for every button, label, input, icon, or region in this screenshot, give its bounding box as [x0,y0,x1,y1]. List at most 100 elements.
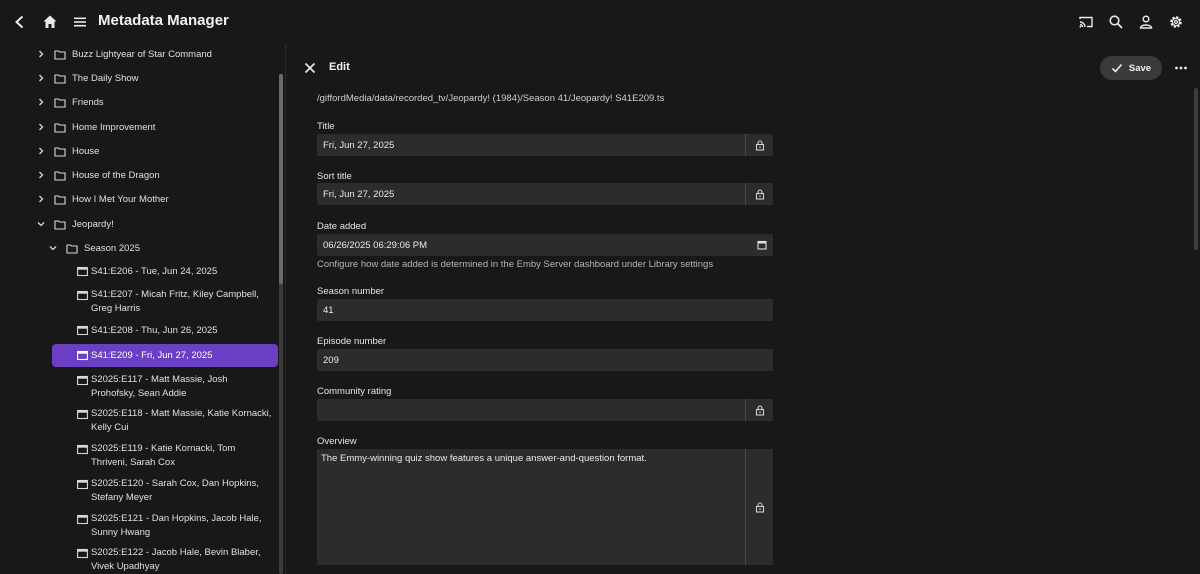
folder-icon [54,49,66,60]
episode-icon [77,444,88,455]
episode-icon [77,409,88,420]
chevron-right-icon [39,195,44,203]
tree-item-episode[interactable]: S41:E206 - Tue, Jun 24, 2025 [52,265,278,279]
folder-icon [54,170,66,181]
tree-item-series[interactable]: The Daily Show [36,72,139,84]
close-icon [304,62,316,74]
menu-button[interactable] [66,8,94,36]
chevron-down-icon [49,246,57,251]
tree-item-episode[interactable]: S2025:E122 - Jacob Hale, Bevin Blaber, V… [52,546,278,574]
home-icon [43,15,57,28]
folder-icon [54,219,66,230]
chevron-right-icon [39,147,44,155]
search-button[interactable] [1102,8,1130,36]
close-button[interactable] [296,54,324,82]
lock-icon [755,139,764,151]
season-number-field[interactable]: 41 [317,299,773,321]
episode-icon [77,375,88,386]
settings-button[interactable] [1162,8,1190,36]
edit-title: Edit [329,61,350,73]
back-button[interactable] [6,8,34,36]
chevron-right-icon [39,50,44,58]
tree-item-episode-selected[interactable]: S41:E209 - Fri, Jun 27, 2025 [52,344,278,367]
tree-item-episode[interactable]: S2025:E117 - Matt Massie, Josh Prohofsky… [52,373,278,401]
tree-item-series-expanded[interactable]: Jeopardy! [36,218,114,230]
tree-item-series[interactable]: Friends [36,96,104,108]
tree-item-episode[interactable]: S2025:E118 - Matt Massie, Katie Kornacki… [52,407,278,435]
calendar-icon[interactable] [757,240,767,250]
save-button[interactable]: Save [1100,56,1162,80]
date-added-field[interactable]: 06/26/2025 06:29:06 PM [317,234,773,256]
episode-icon [77,479,88,490]
episode-icon [77,325,88,336]
folder-icon [54,97,66,108]
tree-item-series[interactable]: How I Met Your Mother [36,193,169,205]
cast-button[interactable] [1072,8,1100,36]
folder-icon [54,194,66,205]
sidebar-scrollbar-thumb[interactable] [279,74,283,284]
episode-icon [77,290,88,301]
folder-icon [54,146,66,157]
search-icon [1109,15,1123,29]
episode-icon [77,514,88,525]
file-path: /giffordMedia/data/recorded_tv/Jeopardy!… [317,93,665,104]
app-title: Metadata Manager [98,12,229,29]
episode-label: S41:E208 - Thu, Jun 26, 2025 [91,325,218,336]
community-rating-label: Community rating [317,386,392,397]
overview-textarea[interactable]: The Emmy-winning quiz show features a un… [317,449,745,565]
chevron-right-icon [39,171,44,179]
title-label: Title [317,121,335,132]
tree-item-season-expanded[interactable]: Season 2025 [48,242,140,254]
episode-number-field[interactable]: 209 [317,349,773,371]
season-number-label: Season number [317,286,385,297]
episode-label: S41:E207 - Micah Fritz, Kiley Campbell, … [91,289,259,314]
sort-title-field[interactable]: Fri, Jun 27, 2025 [317,183,745,205]
tree-item-series[interactable]: House of the Dragon [36,169,160,181]
episode-icon [77,266,88,277]
user-button[interactable] [1132,8,1160,36]
community-rating-lock-button[interactable] [745,399,773,421]
episode-icon [77,350,88,361]
tree-item-label: House [72,145,100,157]
community-rating-field[interactable] [317,399,745,421]
tree-item-label: Friends [72,96,104,108]
tree-item-episode[interactable]: S2025:E121 - Dan Hopkins, Jacob Hale, Su… [52,512,278,540]
more-horizontal-icon [1175,66,1187,70]
tree-item-episode[interactable]: S41:E207 - Micah Fritz, Kiley Campbell, … [52,288,278,316]
hamburger-icon [74,17,86,27]
tree-item-episode[interactable]: S2025:E119 - Katie Kornacki, Tom Thriven… [52,442,278,470]
lock-icon [755,501,764,513]
top-bar: Metadata Manager [0,0,1200,44]
lock-icon [755,188,764,200]
chevron-right-icon [39,98,44,106]
tree-item-series[interactable]: House [36,145,99,157]
title-lock-button[interactable] [745,134,773,156]
cast-icon [1079,16,1093,28]
overview-lock-button[interactable] [745,449,773,565]
tree-item-series[interactable]: Buzz Lightyear of Star Command [36,48,212,60]
folder-icon [54,73,66,84]
tree-item-label: Jeopardy! [72,218,114,230]
editor-scrollbar[interactable] [1194,88,1198,250]
sort-title-lock-button[interactable] [745,183,773,205]
date-added-hint: Configure how date added is determined i… [317,259,714,270]
episode-label: S2025:E117 - Matt Massie, Josh Prohofsky… [91,374,228,399]
tree-item-episode[interactable]: S2025:E120 - Sarah Cox, Dan Hopkins, Ste… [52,477,278,505]
date-added-label: Date added [317,221,367,232]
tree-item-series[interactable]: Home Improvement [36,121,155,133]
tree-item-label: Season 2025 [84,242,140,254]
folder-icon [54,122,66,133]
episode-label: S41:E206 - Tue, Jun 24, 2025 [91,266,218,277]
overview-label: Overview [317,436,357,447]
more-button[interactable] [1167,54,1195,82]
episode-label: S2025:E118 - Matt Massie, Katie Kornacki… [91,408,272,433]
tree-item-label: The Daily Show [72,72,139,84]
gear-icon [1170,16,1182,28]
chevron-right-icon [39,123,44,131]
user-icon [1139,15,1153,29]
home-button[interactable] [36,8,64,36]
title-field[interactable]: Fri, Jun 27, 2025 [317,134,745,156]
episode-label: S2025:E122 - Jacob Hale, Bevin Blaber, V… [91,547,261,572]
tree-item-episode[interactable]: S41:E208 - Thu, Jun 26, 2025 [52,324,278,338]
tree-item-label: Buzz Lightyear of Star Command [72,48,212,60]
